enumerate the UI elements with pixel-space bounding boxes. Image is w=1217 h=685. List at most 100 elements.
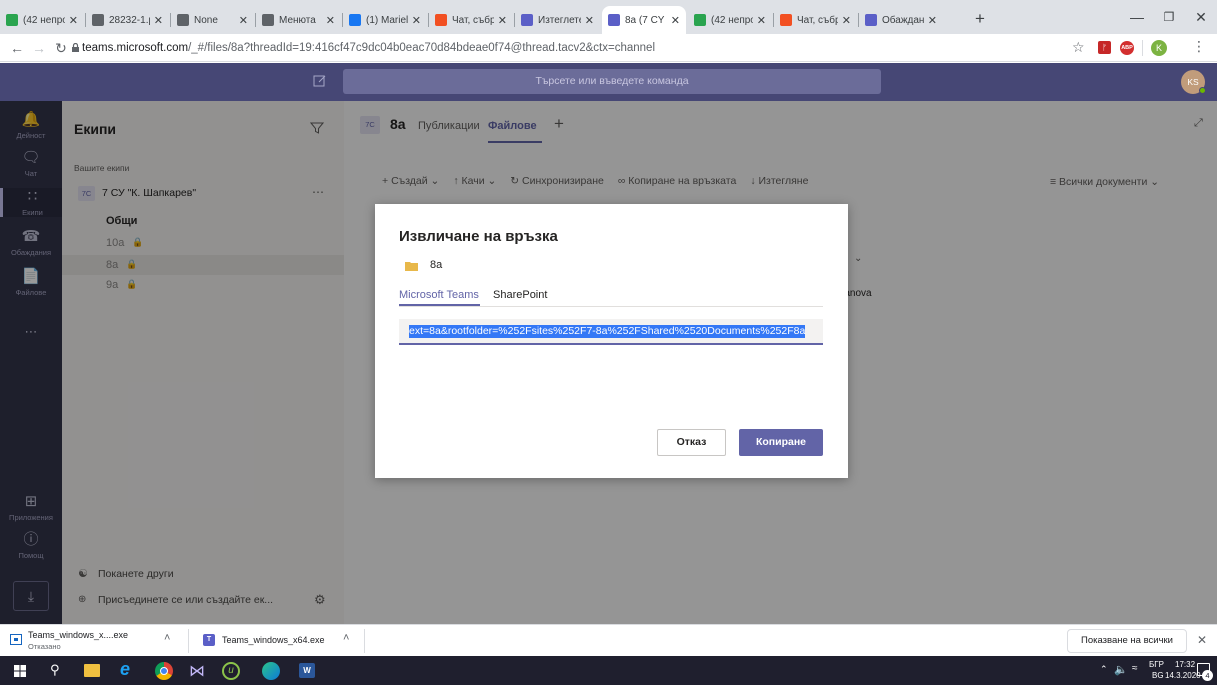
- microsoft-icon: [780, 14, 792, 26]
- facebook-icon: [349, 14, 361, 26]
- url-path: /_#/files/8a?threadId=19:416cf47c9dc04b0…: [188, 42, 656, 54]
- back-button[interactable]: ←: [8, 39, 26, 57]
- teams-icon: [608, 14, 620, 26]
- search-input[interactable]: Търсете или въведете команда: [343, 69, 881, 94]
- close-tab-icon[interactable]: ✕: [671, 14, 680, 27]
- tab-sharepoint[interactable]: SharePoint: [493, 289, 547, 301]
- link-field[interactable]: ext=8a&rootfolder=%252Fsites%252F7-8a%25…: [399, 319, 823, 345]
- globe-icon: [262, 14, 274, 26]
- cancel-button[interactable]: Отказ: [657, 429, 726, 456]
- browser-tab-strip: (42 непро ✕ 28232-1.p ✕ None ✕ Менюта ✕ (1) Mari…: [0, 0, 1217, 34]
- browser-tab-title: (42 непро: [711, 14, 753, 26]
- word-icon[interactable]: W: [299, 663, 315, 678]
- new-tab-button[interactable]: +: [975, 10, 985, 27]
- dialog-title: Извличане на връзка: [399, 228, 558, 245]
- browser-tab[interactable]: Чат, събр ✕: [429, 6, 513, 34]
- browser-tab-title: Обаждан: [882, 14, 924, 26]
- pdf-extension-icon[interactable]: ᚠ: [1098, 41, 1111, 54]
- tab-microsoft-teams[interactable]: Microsoft Teams: [399, 289, 479, 301]
- profile-avatar[interactable]: K: [1151, 40, 1167, 56]
- close-tab-icon[interactable]: ✕: [326, 14, 335, 27]
- close-tab-icon[interactable]: ✕: [842, 14, 851, 27]
- browser-tab-title: None: [194, 14, 218, 26]
- edge-icon[interactable]: [262, 662, 280, 680]
- browser-tab-title: Изтеглете: [538, 14, 581, 26]
- forward-button[interactable]: →: [30, 39, 48, 57]
- close-tab-icon[interactable]: ✕: [69, 14, 78, 27]
- microsoft-icon: [435, 14, 447, 26]
- edge-legacy-icon[interactable]: e: [120, 659, 130, 680]
- browser-tab[interactable]: Чат, събр ✕: [774, 6, 857, 34]
- windows-taskbar: ⚲ e ⋈ u W ⌃ 🔈 ≈ БГР BG 17:32 14.3.2020 г…: [0, 656, 1217, 685]
- close-tab-icon[interactable]: ✕: [928, 14, 937, 27]
- browser-tab[interactable]: 8a (7 CY ✕: [602, 6, 686, 34]
- browser-tab[interactable]: (1) Mariel ✕: [343, 6, 427, 34]
- chrome-icon[interactable]: [155, 662, 173, 680]
- browser-tab-title: 8a (7 CY: [625, 14, 665, 26]
- download-item-1-status: Отказано: [28, 642, 61, 651]
- download-divider: [364, 629, 365, 653]
- toolbar-divider: [1142, 40, 1143, 56]
- download-item-1-chevron-icon[interactable]: ˄: [164, 632, 170, 644]
- browser-tab-title: Чат, събр: [797, 14, 838, 26]
- browser-tab-title: Чат, събр: [452, 14, 494, 26]
- maximize-button[interactable]: ❐: [1154, 6, 1184, 28]
- browser-tab[interactable]: Изтеглете ✕: [515, 6, 600, 34]
- teams-icon: [865, 14, 877, 26]
- close-window-button[interactable]: ✕: [1186, 6, 1216, 28]
- compose-icon[interactable]: [313, 74, 327, 88]
- close-downloads-icon[interactable]: ✕: [1197, 633, 1207, 647]
- url-field[interactable]: teams.microsoft.com/_#/files/8a?threadId…: [82, 39, 655, 57]
- url-host: teams.microsoft.com: [82, 42, 189, 54]
- volume-icon[interactable]: 🔈: [1114, 663, 1128, 676]
- browser-tab-title: (42 непро: [23, 14, 65, 26]
- show-all-downloads-button[interactable]: Показване на всички: [1067, 629, 1187, 653]
- input-language[interactable]: БГР: [1149, 660, 1164, 669]
- download-item-1-name[interactable]: Teams_windows_x....exe: [28, 630, 128, 640]
- visual-studio-icon[interactable]: ⋈: [189, 661, 205, 681]
- dialog-tab-divider: [399, 306, 823, 307]
- utorrent-icon[interactable]: u: [222, 662, 240, 680]
- download-divider: [188, 629, 189, 653]
- browser-tab-title: 28232-1.p: [109, 14, 150, 26]
- download-item-2-name[interactable]: Teams_windows_x64.exe: [222, 635, 325, 645]
- globe-icon: [177, 14, 189, 26]
- close-tab-icon[interactable]: ✕: [498, 14, 507, 27]
- teams-file-icon: T: [203, 634, 215, 646]
- close-tab-icon[interactable]: ✕: [154, 14, 163, 27]
- reload-button[interactable]: ↻: [52, 39, 70, 57]
- close-tab-icon[interactable]: ✕: [412, 14, 421, 27]
- chrome-menu-icon[interactable]: ⋮: [1192, 38, 1206, 55]
- bookmark-star-icon[interactable]: ☆: [1072, 39, 1085, 56]
- browser-tab[interactable]: None ✕: [171, 6, 254, 34]
- browser-tab[interactable]: Менюта ✕: [256, 6, 341, 34]
- file-explorer-icon[interactable]: [84, 664, 100, 677]
- browser-tab[interactable]: 28232-1.p ✕: [86, 6, 169, 34]
- close-tab-icon[interactable]: ✕: [585, 14, 594, 27]
- network-icon[interactable]: ≈: [1132, 663, 1138, 674]
- notification-count-badge: 4: [1202, 670, 1213, 681]
- close-tab-icon[interactable]: ✕: [239, 14, 248, 27]
- search-icon[interactable]: ⚲: [50, 662, 60, 678]
- installer-file-icon: [10, 634, 22, 645]
- input-language-code: BG: [1152, 671, 1164, 680]
- link-value: ext=8a&rootfolder=%252Fsites%252F7-8a%25…: [409, 325, 806, 338]
- browser-tab[interactable]: (42 непро ✕: [0, 6, 84, 34]
- home-icon: [694, 14, 706, 26]
- browser-tab[interactable]: (42 непро ✕: [688, 6, 772, 34]
- globe-icon: [92, 14, 104, 26]
- close-tab-icon[interactable]: ✕: [757, 14, 766, 27]
- downloads-bar: Teams_windows_x....exe Отказано ˄ T Team…: [0, 624, 1217, 656]
- download-item-2-chevron-icon[interactable]: ˄: [343, 632, 349, 644]
- clock-time[interactable]: 17:32: [1175, 660, 1195, 669]
- copy-button[interactable]: Копиране: [739, 429, 823, 456]
- tray-chevron-icon[interactable]: ⌃: [1100, 664, 1108, 675]
- folder-name: 8a: [430, 259, 443, 271]
- browser-tab[interactable]: Обаждан ✕: [859, 6, 943, 34]
- windows-start-icon[interactable]: [14, 665, 26, 677]
- minimize-button[interactable]: —: [1122, 6, 1152, 28]
- address-bar: ← → ↻ teams.microsoft.com/_#/files/8a?th…: [0, 34, 1217, 62]
- adblock-icon[interactable]: ABP: [1120, 41, 1134, 55]
- browser-tab-title: (1) Mariel: [366, 14, 408, 26]
- lock-icon: [72, 42, 79, 52]
